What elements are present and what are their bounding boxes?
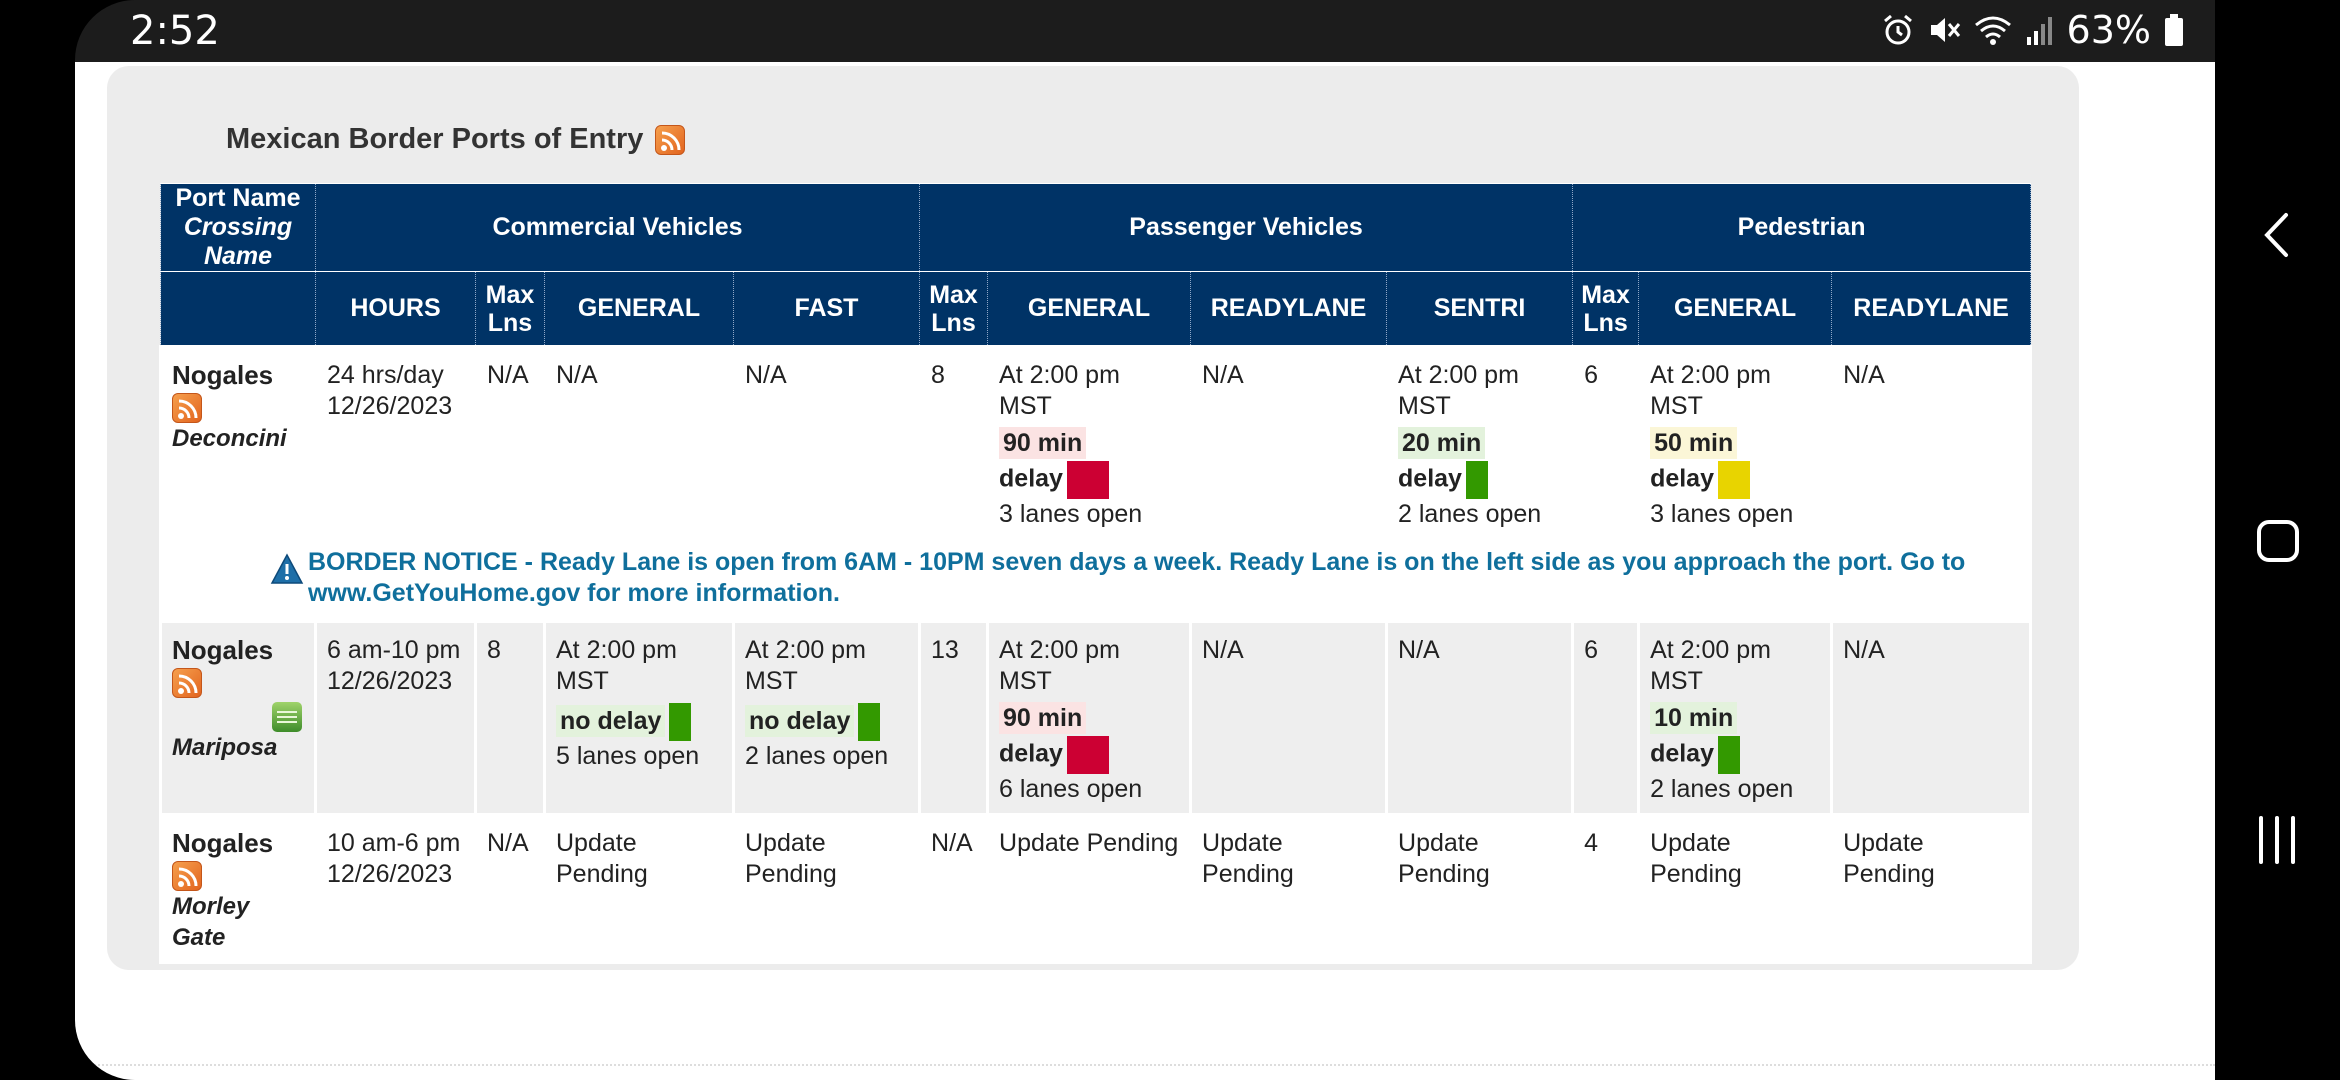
battery-icon xyxy=(2163,13,2185,47)
hours-cell: 6 am-10 pm 12/26/2023 xyxy=(314,620,477,816)
com-fast-cell: Update Pending xyxy=(731,812,922,965)
header-commercial-vehicles: Commercial Vehicles xyxy=(314,183,921,272)
back-icon[interactable] xyxy=(2215,205,2340,265)
border-wait-panel: Mexican Border Ports of Entry Port Name … xyxy=(107,66,2079,970)
ready-lane-icon xyxy=(272,701,302,732)
rss-feed-icon[interactable] xyxy=(172,861,202,892)
section-title-text: Mexican Border Ports of Entry xyxy=(226,123,644,155)
header-ped-max-lns: Max Lns xyxy=(1572,271,1640,347)
com-general-cell: N/A xyxy=(543,345,735,541)
battery-percent: 63% xyxy=(2066,8,2151,52)
rss-feed-icon[interactable] xyxy=(655,124,686,155)
header-pedestrian: Pedestrian xyxy=(1572,183,2032,272)
ped-max-cell: 6 xyxy=(1571,345,1641,541)
notice-row: BORDER NOTICE - Ready Lane is open from … xyxy=(158,538,2033,623)
com-fast-cell: N/A xyxy=(731,345,922,541)
pass-sentri-cell: Update Pending xyxy=(1385,812,1575,965)
border-notice-text: BORDER NOTICE - Ready Lane is open from … xyxy=(308,548,1966,607)
page-divider xyxy=(75,1064,2215,1066)
header-ped-readylane: READYLANE xyxy=(1831,271,2032,347)
delay-indicator-green xyxy=(1465,461,1488,499)
ped-readylane-cell: Update Pending xyxy=(1830,812,2033,965)
navigation-bar xyxy=(2215,0,2340,1080)
pass-sentri-cell: At 2:00 pm MST 20 min delay 2 lanes open xyxy=(1385,345,1575,541)
pass-readylane-cell: N/A xyxy=(1189,345,1389,541)
ped-general-cell: Update Pending xyxy=(1637,812,1834,965)
header-com-fast: FAST xyxy=(732,271,921,347)
header-ped-general: GENERAL xyxy=(1638,271,1833,347)
wifi-icon xyxy=(1973,13,2013,47)
delay-indicator-yellow xyxy=(1718,461,1750,499)
recents-icon[interactable] xyxy=(2215,810,2340,870)
header-blank xyxy=(160,271,316,347)
com-max-cell: 8 xyxy=(474,620,546,816)
header-pass-readylane: READYLANE xyxy=(1190,271,1388,347)
ped-readylane-cell: N/A xyxy=(1830,345,2033,541)
warning-icon xyxy=(270,553,304,609)
section-title: Mexican Border Ports of Entry xyxy=(226,123,686,156)
ped-readylane-cell: N/A xyxy=(1830,620,2033,816)
header-passenger-vehicles: Passenger Vehicles xyxy=(919,183,1574,272)
web-page: Mexican Border Ports of Entry Port Name … xyxy=(75,62,2215,1080)
com-max-cell: N/A xyxy=(474,812,546,965)
ped-max-cell: 6 xyxy=(1571,620,1641,816)
com-fast-cell: At 2:00 pm MST no delay 2 lanes open xyxy=(731,620,922,816)
delay-indicator-green xyxy=(669,703,692,741)
hours-cell: 24 hrs/day 12/26/2023 xyxy=(314,345,477,541)
header-pass-max-lns: Max Lns xyxy=(919,271,989,347)
status-bar: 2:52 63% xyxy=(75,0,2215,62)
pass-sentri-cell: N/A xyxy=(1385,620,1575,816)
clock: 2:52 xyxy=(130,8,220,54)
pass-general-cell: At 2:00 pm MST 90 min delay 3 lanes open xyxy=(986,345,1193,541)
signal-icon xyxy=(2025,13,2055,47)
hours-cell: 10 am-6 pm 12/26/2023 xyxy=(314,812,477,965)
delay-indicator-green xyxy=(858,703,881,741)
delay-indicator-red xyxy=(1066,461,1109,499)
header-com-general: GENERAL xyxy=(544,271,734,347)
pass-max-cell: N/A xyxy=(918,812,990,965)
com-general-cell: Update Pending xyxy=(543,812,735,965)
table-row: Nogales Deconcini 24 hrs/day 12/26/2023 N… xyxy=(159,345,2033,541)
pass-general-cell: Update Pending xyxy=(986,812,1193,965)
header-port-name: Port Name Crossing Name xyxy=(160,183,316,272)
pass-max-cell: 13 xyxy=(918,620,990,816)
rss-feed-icon[interactable] xyxy=(172,393,202,424)
com-max-cell: N/A xyxy=(474,345,546,541)
table-row: Nogales Mariposa 6 am-10 pm 12/26/2023 8 … xyxy=(159,620,2033,816)
home-icon[interactable] xyxy=(2215,510,2340,570)
rss-feed-icon[interactable] xyxy=(172,668,202,699)
header-com-max-lns: Max Lns xyxy=(475,271,545,347)
com-general-cell: At 2:00 pm MST no delay 5 lanes open xyxy=(543,620,735,816)
pass-general-cell: At 2:00 pm MST 90 min delay 6 lanes open xyxy=(986,620,1193,816)
header-hours: HOURS xyxy=(315,271,476,347)
ped-general-cell: At 2:00 pm MST 10 min delay 2 lanes open xyxy=(1637,620,1834,816)
pass-max-cell: 8 xyxy=(918,345,990,541)
alarm-icon xyxy=(1881,13,1915,47)
port-cell: Nogales Morley Gate xyxy=(159,812,317,965)
port-cell: Nogales Deconcini xyxy=(159,345,317,541)
header-pass-sentri: SENTRI xyxy=(1386,271,1574,347)
ped-max-cell: 4 xyxy=(1571,812,1641,965)
ped-general-cell: At 2:00 pm MST 50 min delay 3 lanes open xyxy=(1637,345,1834,541)
pass-readylane-cell: N/A xyxy=(1189,620,1389,816)
table-row: Nogales Morley Gate 10 am-6 pm 12/26/2023… xyxy=(159,812,2033,965)
delay-indicator-green xyxy=(1718,736,1740,774)
status-icons: 63% xyxy=(1881,8,2185,52)
pass-readylane-cell: Update Pending xyxy=(1189,812,1389,965)
ports-table: Port Name Crossing Name Commercial Vehic… xyxy=(158,183,2033,965)
header-pass-general: GENERAL xyxy=(987,271,1192,347)
mute-icon xyxy=(1927,13,1961,47)
border-notice: BORDER NOTICE - Ready Lane is open from … xyxy=(158,538,2033,623)
delay-indicator-red xyxy=(1066,736,1109,774)
port-cell: Nogales Mariposa xyxy=(159,620,317,816)
